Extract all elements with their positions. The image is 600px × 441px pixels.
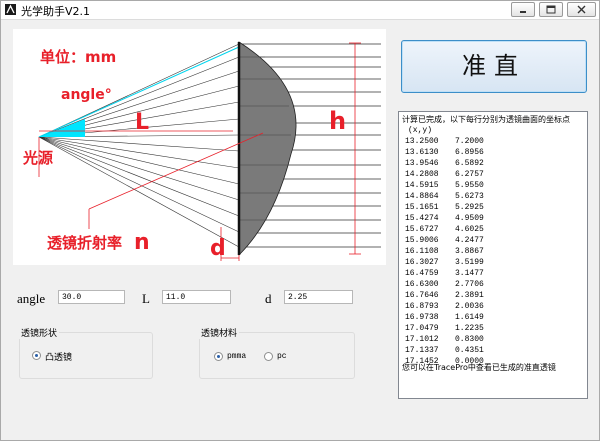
angle-param-label: angle — [17, 291, 46, 306]
output-row-x: 16.8793 — [405, 302, 439, 311]
output-row-x: 17.1337 — [405, 346, 439, 355]
lens-shape-title: 透镜形状 — [19, 326, 60, 339]
output-row-x: 17.0479 — [405, 324, 439, 333]
app-logo-icon — [5, 4, 16, 15]
collimate-button[interactable]: 准直 — [401, 40, 587, 93]
output-columns: (x,y) — [408, 126, 433, 135]
output-row-y: 6.5892 — [455, 159, 484, 168]
output-row-y: 0.0000 — [455, 357, 484, 366]
output-row-y: 5.2925 — [455, 203, 484, 212]
maximize-button[interactable] — [539, 2, 563, 17]
output-row-x: 16.9738 — [405, 313, 439, 322]
output-row-y: 2.0036 — [455, 302, 484, 311]
output-row-y: 4.9509 — [455, 214, 484, 223]
app-window: 光学助手V2.1 单位：mm angle° L h 光源 透镜折射率 n d 准… — [0, 0, 600, 441]
output-row-x: 13.6130 — [405, 148, 439, 157]
output-row-y: 5.9550 — [455, 181, 484, 190]
output-row-x: 14.5915 — [405, 181, 439, 190]
source-rays — [38, 43, 240, 248]
output-row-x: 15.9006 — [405, 236, 439, 245]
title-bar[interactable]: 光学助手V2.1 — [1, 1, 599, 20]
lens-diagram: 单位：mm angle° L h 光源 透镜折射率 n d — [13, 29, 386, 265]
lens-material-title: 透镜材料 — [199, 326, 240, 339]
radio-pc[interactable] — [264, 352, 273, 361]
index-label: 透镜折射率 — [47, 234, 122, 252]
output-row-x: 16.3027 — [405, 258, 439, 267]
lens-diagram-svg: 单位：mm angle° L h 光源 透镜折射率 n d — [22, 41, 381, 261]
output-row-x: 16.1108 — [405, 247, 439, 256]
output-row-y: 6.8956 — [455, 148, 484, 157]
output-row-y: 4.2477 — [455, 236, 484, 245]
output-row-x: 17.1012 — [405, 335, 439, 344]
output-row-x: 15.6727 — [405, 225, 439, 234]
output-row-x: 14.8864 — [405, 192, 439, 201]
output-row-x: 16.6300 — [405, 280, 439, 289]
close-icon — [577, 5, 586, 14]
minimize-icon — [520, 11, 526, 13]
window-title: 光学助手V2.1 — [21, 5, 91, 18]
output-row-x: 13.2500 — [405, 137, 439, 146]
output-row-y: 5.6273 — [455, 192, 484, 201]
output-row-y: 7.2000 — [455, 137, 484, 146]
l-input[interactable]: 11.0 — [162, 290, 231, 304]
angle-label: angle° — [61, 87, 112, 103]
l-label: L — [135, 110, 149, 135]
output-row-y: 4.6025 — [455, 225, 484, 234]
output-row-x: 14.2808 — [405, 170, 439, 179]
output-row-y: 0.4351 — [455, 346, 484, 355]
l-param-label: L — [142, 291, 150, 306]
pc-label: pc — [277, 352, 287, 361]
output-row-x: 15.4274 — [405, 214, 439, 223]
output-row-x: 16.4759 — [405, 269, 439, 278]
output-textbox[interactable]: 计算已完成，以下每行分别为透镜曲面的坐标点 (x,y) 您可以在TracePro… — [398, 111, 588, 399]
output-row-y: 2.3891 — [455, 291, 484, 300]
output-row-y: 0.8300 — [455, 335, 484, 344]
output-header: 计算已完成，以下每行分别为透镜曲面的坐标点 — [402, 115, 570, 124]
output-row-x: 16.7646 — [405, 291, 439, 300]
unit-label: 单位：mm — [40, 48, 116, 66]
radio-pmma[interactable] — [214, 352, 223, 361]
output-row-y: 3.1477 — [455, 269, 484, 278]
output-row-y: 1.6149 — [455, 313, 484, 322]
angle-input[interactable]: 30.0 — [58, 290, 125, 304]
pmma-label: pmma — [227, 352, 247, 361]
output-row-y: 6.2757 — [455, 170, 484, 179]
d-param-label: d — [265, 291, 272, 306]
output-row-y: 1.2235 — [455, 324, 484, 333]
convex-lens-label: 凸透镜 — [45, 353, 73, 363]
d-label: d — [210, 236, 226, 261]
output-row-x: 15.1651 — [405, 203, 439, 212]
d-input[interactable]: 2.25 — [284, 290, 353, 304]
output-row-x: 13.9546 — [405, 159, 439, 168]
minimize-button[interactable] — [511, 2, 535, 17]
n-label: n — [134, 230, 150, 255]
output-row-y: 2.7706 — [455, 280, 484, 289]
lens-body — [238, 41, 297, 256]
output-row-y: 3.8867 — [455, 247, 484, 256]
source-label: 光源 — [22, 149, 53, 167]
output-row-x: 17.1452 — [405, 357, 439, 366]
maximize-icon — [546, 5, 556, 14]
h-label: h — [329, 107, 346, 135]
radio-convex-lens[interactable] — [32, 351, 41, 360]
close-button[interactable] — [567, 2, 596, 17]
output-row-y: 3.5199 — [455, 258, 484, 267]
